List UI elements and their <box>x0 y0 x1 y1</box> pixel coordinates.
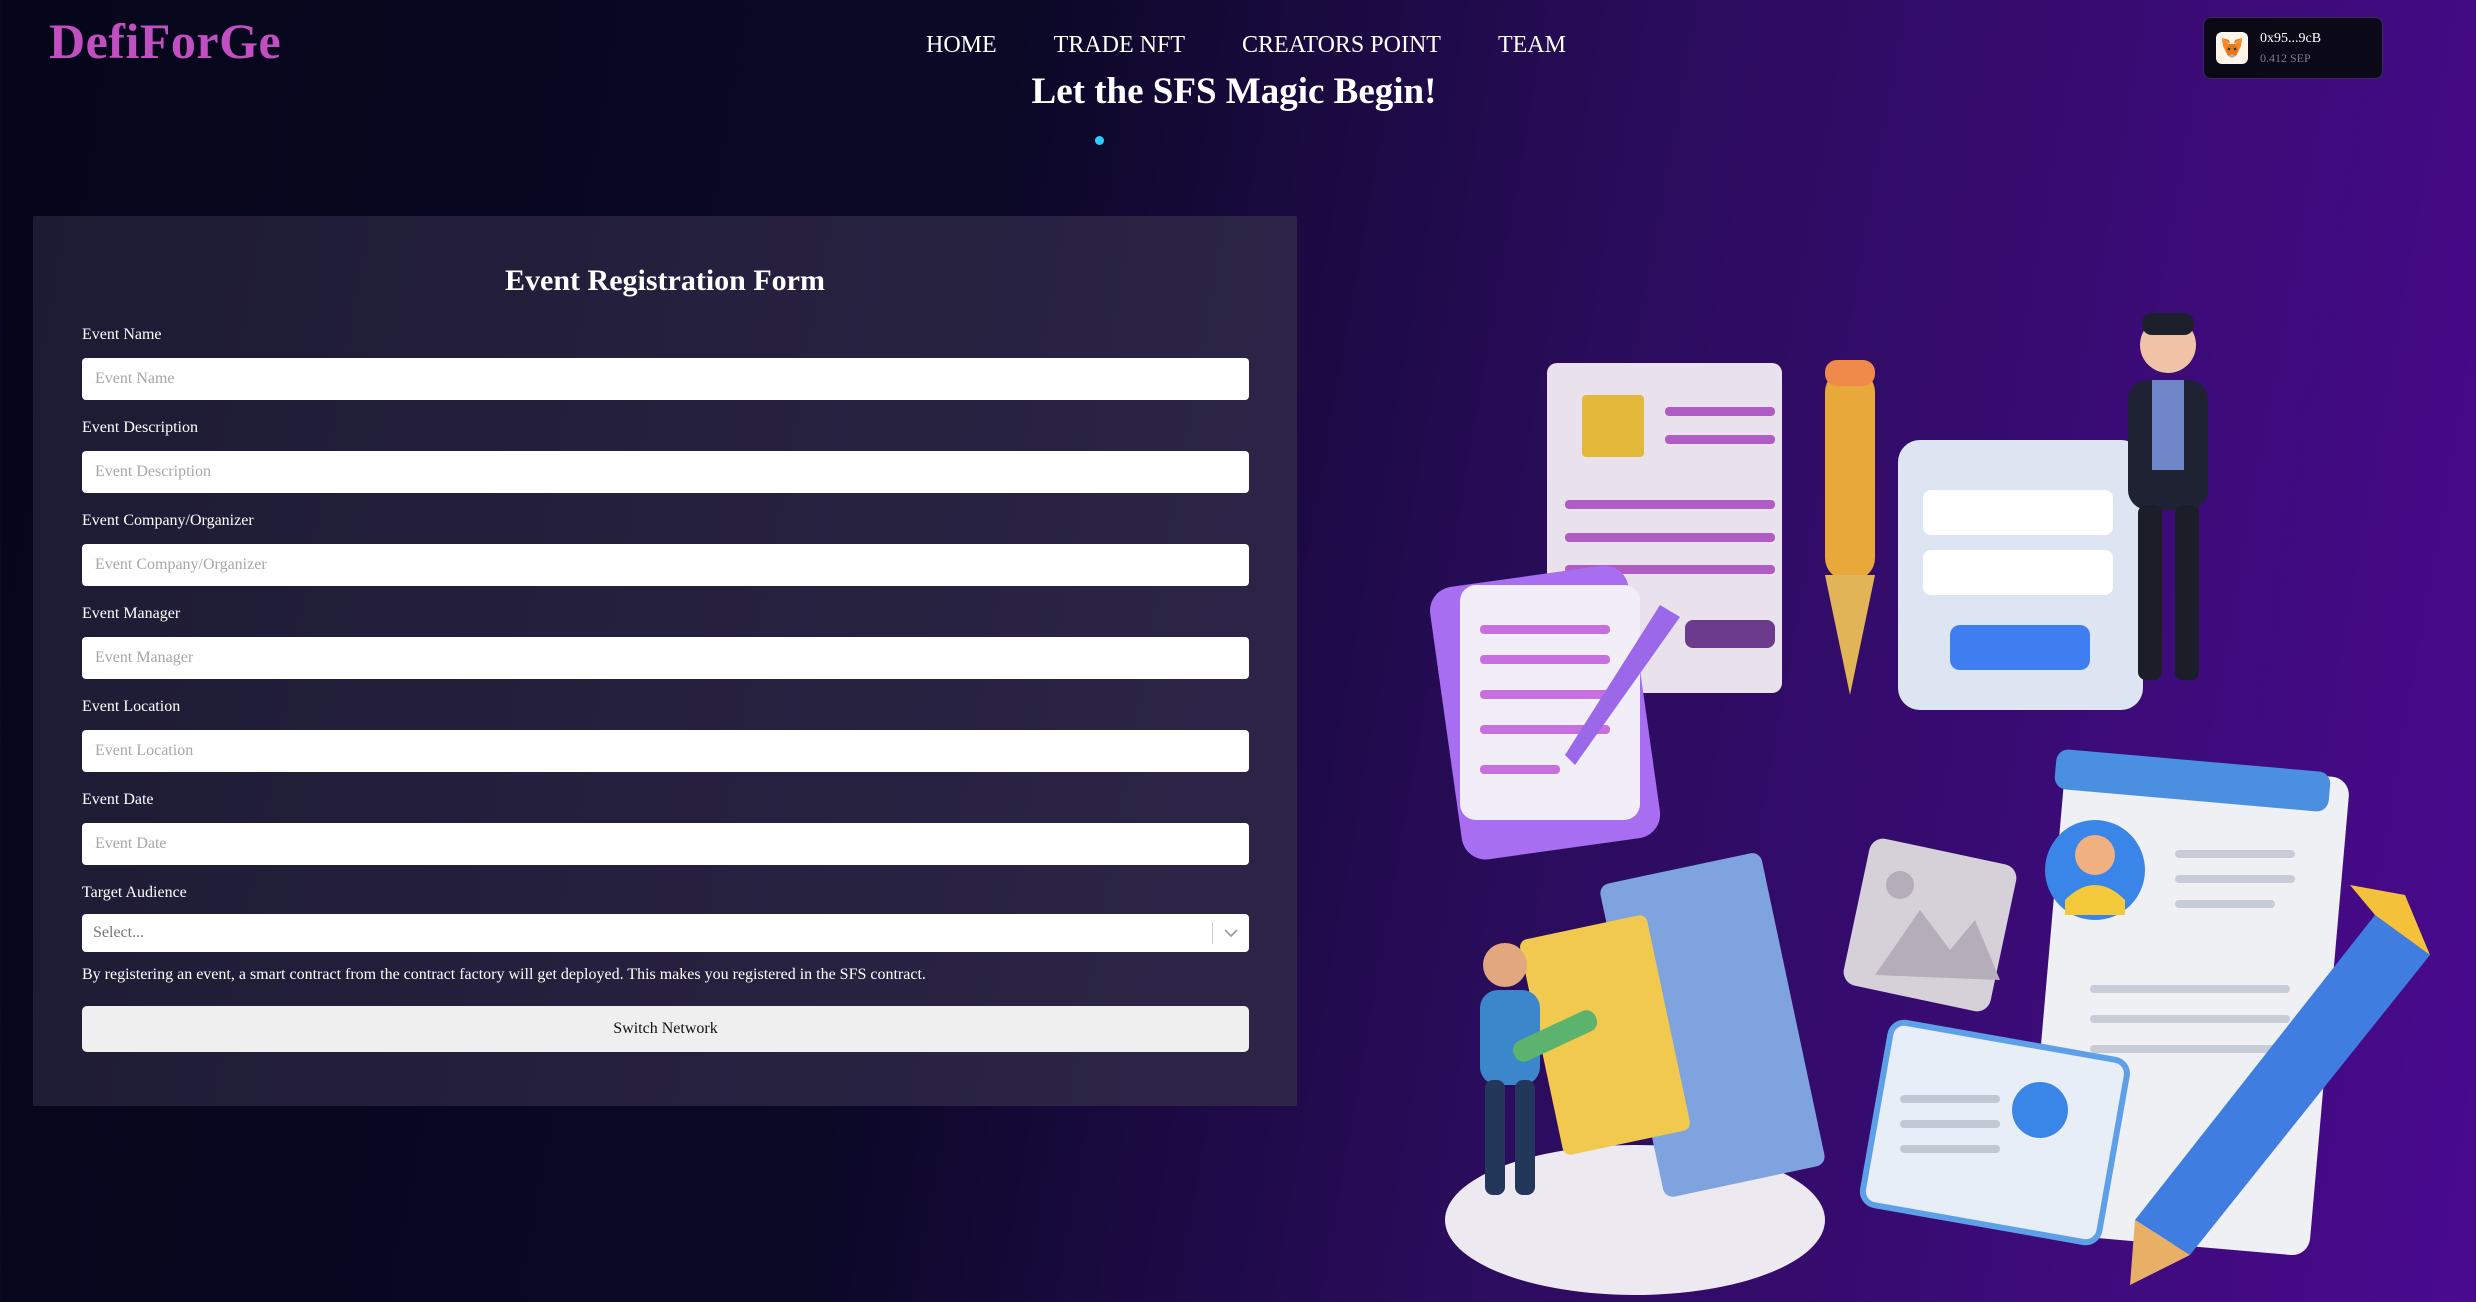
wallet-balance: 0.412 SEP <box>2260 50 2311 65</box>
deployment-note: By registering an event, a smart contrac… <box>82 966 926 983</box>
event-name-input[interactable] <box>82 358 1249 400</box>
event-description-input[interactable] <box>82 451 1249 493</box>
carousel-indicator-dot[interactable] <box>1095 136 1104 145</box>
target-audience-label: Target Audience <box>82 884 187 901</box>
wallet-button[interactable]: 0x95...9cB 0.412 SEP <box>2203 17 2383 79</box>
event-location-input[interactable] <box>82 730 1249 772</box>
nav-home[interactable]: HOME <box>926 32 997 59</box>
event-date-input[interactable] <box>82 823 1249 865</box>
event-organizer-input[interactable] <box>82 544 1249 586</box>
hero-title: Let the SFS Magic Begin! <box>1031 71 1437 112</box>
event-registration-form: Event Registration Form Event Name Event… <box>33 216 1297 1106</box>
brand-logo[interactable]: DefiForGe <box>49 12 281 70</box>
chevron-down-icon[interactable] <box>1213 928 1249 938</box>
nav-creators-point[interactable]: CREATORS POINT <box>1242 32 1441 59</box>
wallet-address: 0x95...9cB <box>2260 30 2322 46</box>
event-manager-label: Event Manager <box>82 605 181 622</box>
event-organizer-label: Event Company/Organizer <box>82 512 254 529</box>
event-registration-illustration <box>1390 295 2430 1302</box>
event-location-label: Event Location <box>82 698 181 715</box>
event-name-label: Event Name <box>82 326 162 343</box>
target-audience-select[interactable]: Select... <box>82 914 1249 952</box>
target-audience-value: Select... <box>93 924 145 941</box>
nav-team[interactable]: TEAM <box>1498 32 1566 59</box>
form-title: Event Registration Form <box>505 264 825 297</box>
nav-trade-nft[interactable]: TRADE NFT <box>1054 32 1185 59</box>
event-manager-input[interactable] <box>82 637 1249 679</box>
metamask-fox-icon <box>2216 32 2248 64</box>
event-date-label: Event Date <box>82 791 154 808</box>
main-nav: HOME TRADE NFT CREATORS POINT TEAM <box>926 32 1566 59</box>
event-description-label: Event Description <box>82 419 198 436</box>
switch-network-button[interactable]: Switch Network <box>82 1006 1249 1052</box>
